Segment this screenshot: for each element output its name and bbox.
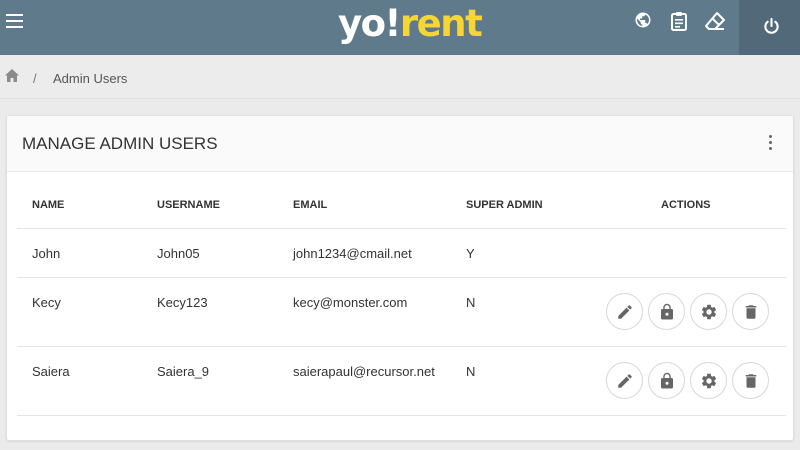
edit-button[interactable] xyxy=(606,362,643,399)
logo-text-main: yo! xyxy=(338,2,401,45)
header-divider xyxy=(17,228,786,229)
lock-button[interactable] xyxy=(648,362,685,399)
settings-button[interactable] xyxy=(690,293,727,330)
cell-name: Saiera xyxy=(32,364,70,379)
column-header-super-admin: SUPER ADMIN xyxy=(466,199,543,211)
delete-button[interactable] xyxy=(732,293,769,330)
cell-email: saierapaul@recursor.net xyxy=(293,364,435,379)
power-icon xyxy=(764,17,779,34)
settings-icon xyxy=(701,304,717,320)
delete-icon xyxy=(745,374,757,388)
cell-super-admin: N xyxy=(466,364,476,379)
settings-button[interactable] xyxy=(690,362,727,399)
card-header: MANAGE ADMIN USERS xyxy=(7,116,793,172)
cell-super-admin: N xyxy=(466,295,476,310)
cell-email: john1234@cmail.net xyxy=(293,246,412,261)
logout-button[interactable] xyxy=(739,0,800,55)
eraser-icon[interactable] xyxy=(704,11,726,33)
menu-icon[interactable] xyxy=(4,10,26,32)
breadcrumb-current: Admin Users xyxy=(53,71,128,86)
lock-icon xyxy=(661,372,673,389)
cell-username: John05 xyxy=(157,246,200,261)
logo-text-accent: rent xyxy=(399,2,483,45)
edit-icon xyxy=(618,305,632,319)
top-bar: yo!rent xyxy=(0,0,800,55)
page-title: MANAGE ADMIN USERS xyxy=(22,134,218,153)
settings-icon xyxy=(701,373,717,389)
breadcrumb-separator: / xyxy=(33,71,37,86)
delete-icon xyxy=(745,305,757,319)
cell-username: Saiera_9 xyxy=(157,364,210,379)
column-header-email: EMAIL xyxy=(293,199,328,211)
edit-icon xyxy=(618,374,632,388)
column-header-actions: ACTIONS xyxy=(661,199,711,211)
lock-button[interactable] xyxy=(648,293,685,330)
logo[interactable]: yo!rent xyxy=(338,2,483,45)
cell-name: John xyxy=(32,246,61,261)
lock-icon xyxy=(661,303,673,320)
more-options-icon[interactable] xyxy=(765,134,775,152)
cell-username: Kecy123 xyxy=(157,295,208,310)
breadcrumb: / Admin Users xyxy=(0,55,800,99)
row-divider xyxy=(17,277,786,278)
row-divider xyxy=(17,415,786,416)
home-icon[interactable] xyxy=(5,69,20,84)
cell-email: kecy@monster.com xyxy=(293,295,408,310)
column-header-username: USERNAME xyxy=(157,199,220,211)
edit-button[interactable] xyxy=(606,293,643,330)
row-divider xyxy=(17,346,786,347)
globe-icon[interactable] xyxy=(634,11,656,33)
admin-users-card: MANAGE ADMIN USERS NAME USERNAME EMAIL S… xyxy=(6,115,794,441)
cell-super-admin: Y xyxy=(466,246,475,261)
column-header-name: NAME xyxy=(32,199,65,211)
delete-button[interactable] xyxy=(732,362,769,399)
cell-name: Kecy xyxy=(32,295,61,310)
clipboard-icon[interactable] xyxy=(670,11,692,33)
